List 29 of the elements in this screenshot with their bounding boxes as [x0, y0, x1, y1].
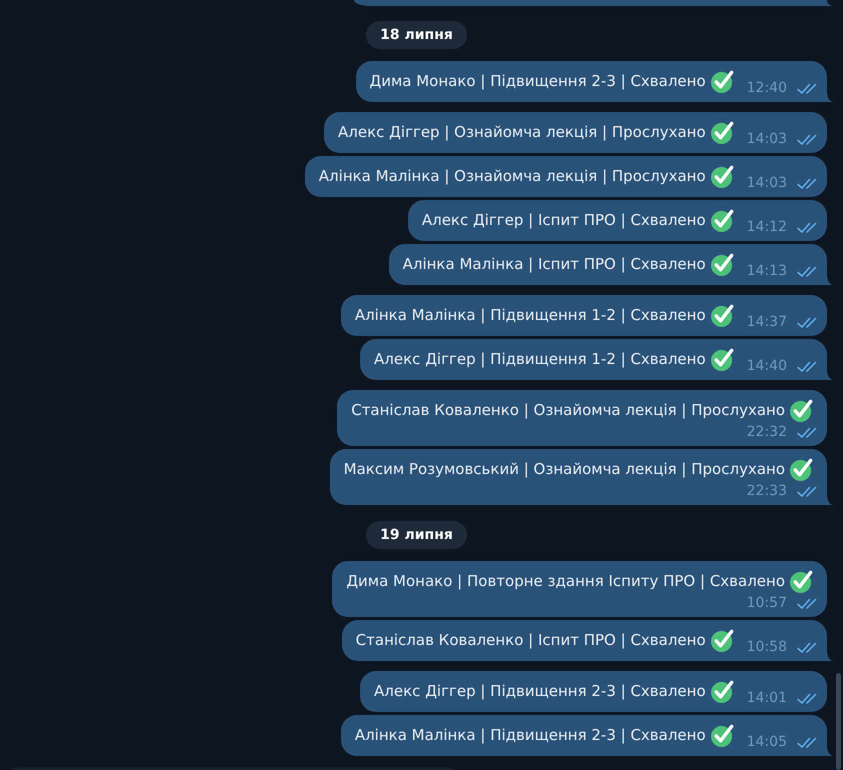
message-time: 14:03 [746, 131, 787, 147]
message-text: Алінка Малінка | Підвищення 1-2 | Схвалено [354, 305, 706, 325]
message-time: 12:40 [746, 80, 787, 96]
message-time: 14:40 [746, 358, 787, 374]
message-text: Алінка Малінка | Підвищення 2-3 | Схвалено [354, 725, 706, 745]
message-text: Алекс Діггер | Підвищення 1-2 | Схвалено [374, 349, 706, 369]
message-text: Максим Розумовський | Ознайомча лекція | Прослухано [344, 459, 785, 479]
message-time: 22:33 [746, 483, 787, 499]
message-time: 14:37 [746, 314, 787, 330]
message-text: Алінка Малінка | Ознайомча лекція | Прослухано [318, 166, 706, 186]
message-text: Алекс Діггер | Ознайомча лекція | Прослухано [338, 122, 706, 142]
message-time: 14:01 [746, 690, 787, 706]
message-text: Станіслав Коваленко | Іспит ПРО | Схвалено [356, 630, 706, 650]
message-text: Дима Монако | Підвищення 2-3 | Схвалено [370, 71, 706, 91]
message-time: 22:32 [746, 424, 787, 440]
message-time: 10:57 [746, 595, 787, 611]
scrollbar-thumb[interactable] [836, 673, 841, 770]
message-text: Алекс Діггер | Іспит ПРО | Схвалено [422, 210, 706, 230]
message-time: 14:12 [746, 219, 787, 235]
message-text: Станіслав Коваленко | Ознайомча лекція | Прослухано [351, 400, 785, 420]
message-time: 14:05 [746, 734, 787, 750]
date-separator: 19 липня [366, 521, 467, 549]
date-separator: 18 липня [366, 21, 467, 49]
message-time: 14:13 [746, 263, 787, 279]
message-text: Алекс Діггер | Підвищення 2-3 | Схвалено [374, 681, 706, 701]
message-text: Дима Монако | Повторне здання Іспиту ПРО | Схвалено [346, 571, 785, 591]
message-time: 14:03 [746, 175, 787, 191]
message-text: Алінка Малінка | Іспит ПРО | Схвалено [402, 254, 706, 274]
message-time: 10:58 [746, 639, 787, 655]
